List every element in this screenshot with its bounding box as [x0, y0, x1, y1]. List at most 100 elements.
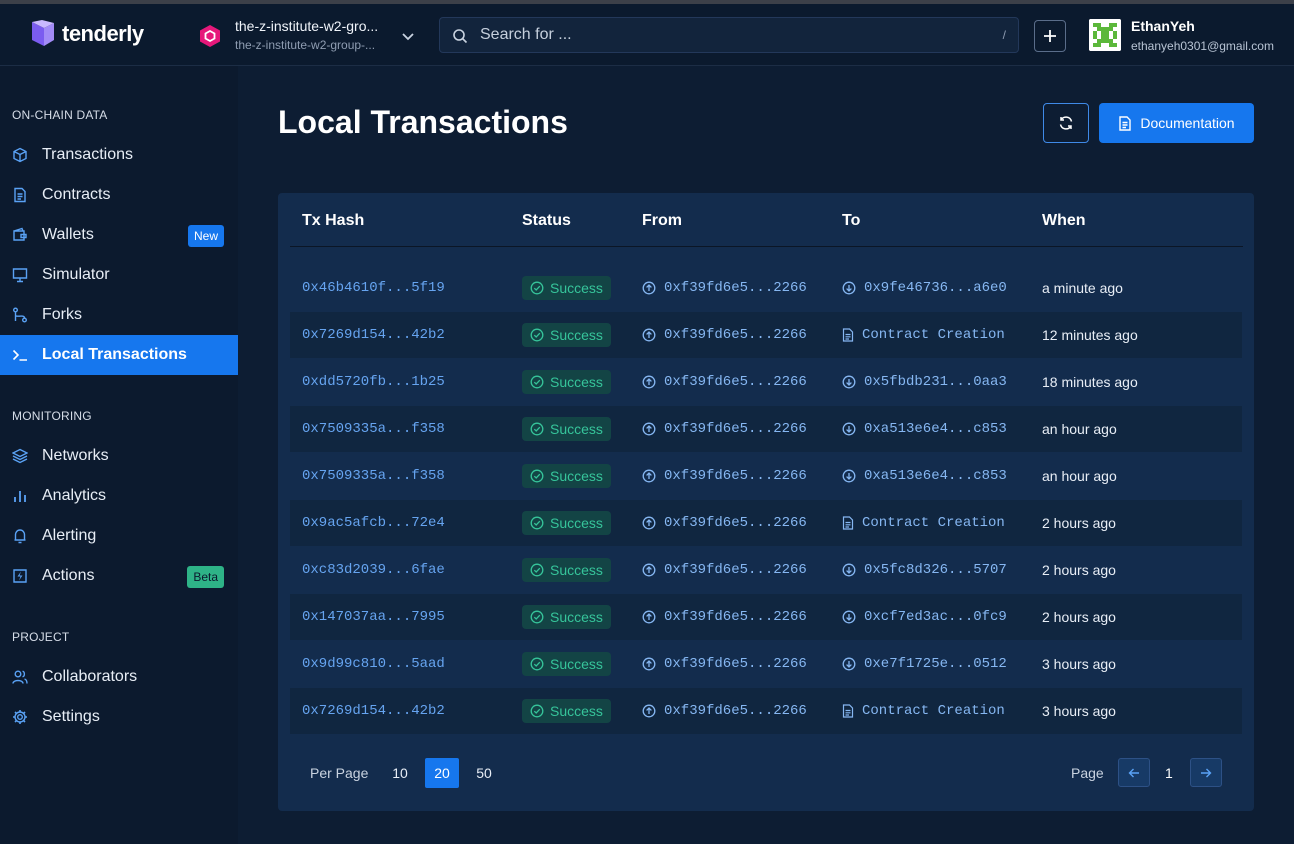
tx-hash-link[interactable]: 0xdd5720fb...1b25 — [302, 359, 445, 405]
brand-name: tenderly — [62, 21, 144, 46]
sidebar-item-transactions[interactable]: Transactions — [0, 135, 238, 175]
from-address-link[interactable]: 0xf39fd6e5...2266 — [642, 265, 807, 311]
next-page-button[interactable] — [1190, 758, 1222, 787]
avatar — [1089, 19, 1121, 51]
tx-hash-link[interactable]: 0xc83d2039...6fae — [302, 547, 445, 593]
to-address-link[interactable]: 0xa513e6e4...c853 — [842, 453, 1007, 499]
tx-hash-link[interactable]: 0x9d99c810...5aad — [302, 641, 445, 687]
status-badge: Success — [522, 652, 611, 676]
sidebar-item-label: Contracts — [42, 186, 111, 203]
status-badge: Success — [522, 464, 611, 488]
arrow-up-circle-icon — [642, 328, 656, 342]
status-badge: Success — [522, 370, 611, 394]
documentation-button[interactable]: Documentation — [1099, 103, 1254, 143]
sidebar-item-wallets[interactable]: Wallets New — [0, 215, 238, 255]
from-address-link[interactable]: 0xf39fd6e5...2266 — [642, 500, 807, 546]
column-header-tx-hash: Tx Hash — [302, 212, 365, 229]
per-page-option-50[interactable]: 50 — [467, 758, 501, 788]
tx-hash-link[interactable]: 0x147037aa...7995 — [302, 594, 445, 640]
status-text: Success — [550, 468, 603, 484]
from-address-link[interactable]: 0xf39fd6e5...2266 — [642, 547, 807, 593]
to-address-link[interactable]: Contract Creation — [842, 500, 1005, 546]
sidebar-item-networks[interactable]: Networks — [0, 436, 238, 476]
tx-hash-link[interactable]: 0x7509335a...f358 — [302, 453, 445, 499]
sidebar-item-actions[interactable]: Actions Beta — [0, 556, 238, 596]
table-row[interactable]: 0x7509335a...f358 Success 0xf39fd6e5...226… — [290, 453, 1242, 499]
sidebar-item-analytics[interactable]: Analytics — [0, 476, 238, 516]
project-slug: the-z-institute-w2-group-... — [235, 38, 376, 52]
table-row[interactable]: 0x9ac5afcb...72e4 Success 0xf39fd6e5...226… — [290, 500, 1242, 546]
arrow-down-circle-icon — [842, 375, 856, 389]
to-address-text: Contract Creation — [862, 327, 1005, 343]
sidebar-item-simulator[interactable]: Simulator — [0, 255, 238, 295]
from-address-link[interactable]: 0xf39fd6e5...2266 — [642, 359, 807, 405]
from-address-link[interactable]: 0xf39fd6e5...2266 — [642, 688, 807, 734]
tx-hash-link[interactable]: 0x7269d154...42b2 — [302, 312, 445, 358]
from-address-link[interactable]: 0xf39fd6e5...2266 — [642, 641, 807, 687]
column-header-from: From — [642, 212, 682, 229]
top-bar: tenderly the-z-institute-w2-gro... the-z… — [0, 4, 1294, 66]
from-address-link[interactable]: 0xf39fd6e5...2266 — [642, 406, 807, 452]
status-cell: Success — [522, 312, 611, 358]
user-menu[interactable]: EthanYeh ethanyeh0301@gmail.com — [1089, 16, 1289, 56]
check-circle-icon — [530, 516, 544, 530]
wallet-icon — [13, 227, 27, 241]
per-page-option-20[interactable]: 20 — [425, 758, 459, 788]
tx-hash-text: 0x147037aa...7995 — [302, 609, 445, 625]
tx-hash-link[interactable]: 0x7509335a...f358 — [302, 406, 445, 452]
status-cell: Success — [522, 359, 611, 405]
check-circle-icon — [530, 469, 544, 483]
table-row[interactable]: 0x7269d154...42b2 Success 0xf39fd6e5...226… — [290, 312, 1242, 358]
table-row[interactable]: 0xdd5720fb...1b25 Success 0xf39fd6e5...226… — [290, 359, 1242, 405]
from-address-text: 0xf39fd6e5...2266 — [664, 374, 807, 390]
terminal-icon — [12, 349, 27, 361]
search-input[interactable] — [480, 24, 980, 46]
when-cell: an hour ago — [1042, 406, 1117, 452]
sidebar-item-label: Actions — [42, 567, 95, 584]
logo[interactable]: tenderly — [30, 20, 144, 48]
to-address-link[interactable]: 0x9fe46736...a6e0 — [842, 265, 1007, 311]
from-address-text: 0xf39fd6e5...2266 — [664, 327, 807, 343]
table-row[interactable]: 0xc83d2039...6fae Success 0xf39fd6e5...226… — [290, 547, 1242, 593]
from-address-link[interactable]: 0xf39fd6e5...2266 — [642, 453, 807, 499]
refresh-button[interactable] — [1043, 103, 1089, 143]
check-circle-icon — [530, 563, 544, 577]
project-selector[interactable]: the-z-institute-w2-gro... the-z-institut… — [198, 16, 420, 56]
arrow-left-icon — [1128, 768, 1139, 777]
bell-icon — [14, 529, 26, 544]
table-row[interactable]: 0x9d99c810...5aad Success 0xf39fd6e5...226… — [290, 641, 1242, 687]
to-address-link[interactable]: 0xa513e6e4...c853 — [842, 406, 1007, 452]
to-address-link[interactable]: 0xe7f1725e...0512 — [842, 641, 1007, 687]
tx-hash-link[interactable]: 0x46b4610f...5f19 — [302, 265, 445, 311]
previous-page-button[interactable] — [1118, 758, 1150, 787]
from-address-link[interactable]: 0xf39fd6e5...2266 — [642, 594, 807, 640]
sidebar-item-contracts[interactable]: Contracts — [0, 175, 238, 215]
tx-hash-link[interactable]: 0x9ac5afcb...72e4 — [302, 500, 445, 546]
search-box[interactable]: / — [439, 17, 1019, 53]
document-icon — [1119, 115, 1132, 131]
sidebar-item-local-transactions[interactable]: Local Transactions — [0, 335, 238, 375]
to-address-link[interactable]: 0x5fc8d326...5707 — [842, 547, 1007, 593]
sidebar-item-forks[interactable]: Forks — [0, 295, 238, 335]
table-row[interactable]: 0x46b4610f...5f19 Success 0xf39fd6e5...226… — [290, 265, 1242, 311]
table-row[interactable]: 0x7269d154...42b2 Success 0xf39fd6e5...226… — [290, 688, 1242, 734]
tx-hash-link[interactable]: 0x7269d154...42b2 — [302, 688, 445, 734]
to-address-link[interactable]: Contract Creation — [842, 312, 1005, 358]
to-address-link[interactable]: Contract Creation — [842, 688, 1005, 734]
sidebar-item-collaborators[interactable]: Collaborators — [0, 657, 238, 697]
to-address-link[interactable]: 0xcf7ed3ac...0fc9 — [842, 594, 1007, 640]
sidebar-item-settings[interactable]: Settings — [0, 697, 238, 737]
tx-hash-text: 0x7269d154...42b2 — [302, 703, 445, 719]
column-header-to: To — [842, 212, 861, 229]
per-page-option-10[interactable]: 10 — [383, 758, 417, 788]
sidebar-item-alerting[interactable]: Alerting — [0, 516, 238, 556]
from-address-link[interactable]: 0xf39fd6e5...2266 — [642, 312, 807, 358]
beta-badge: Beta — [187, 566, 224, 588]
add-button[interactable] — [1034, 20, 1066, 52]
table-row[interactable]: 0x147037aa...7995 Success 0xf39fd6e5...226… — [290, 594, 1242, 640]
monitor-icon — [12, 268, 28, 283]
to-address-link[interactable]: 0x5fbdb231...0aa3 — [842, 359, 1007, 405]
from-address-text: 0xf39fd6e5...2266 — [664, 515, 807, 531]
table-row[interactable]: 0x7509335a...f358 Success 0xf39fd6e5...226… — [290, 406, 1242, 452]
arrow-down-circle-icon — [842, 281, 856, 295]
